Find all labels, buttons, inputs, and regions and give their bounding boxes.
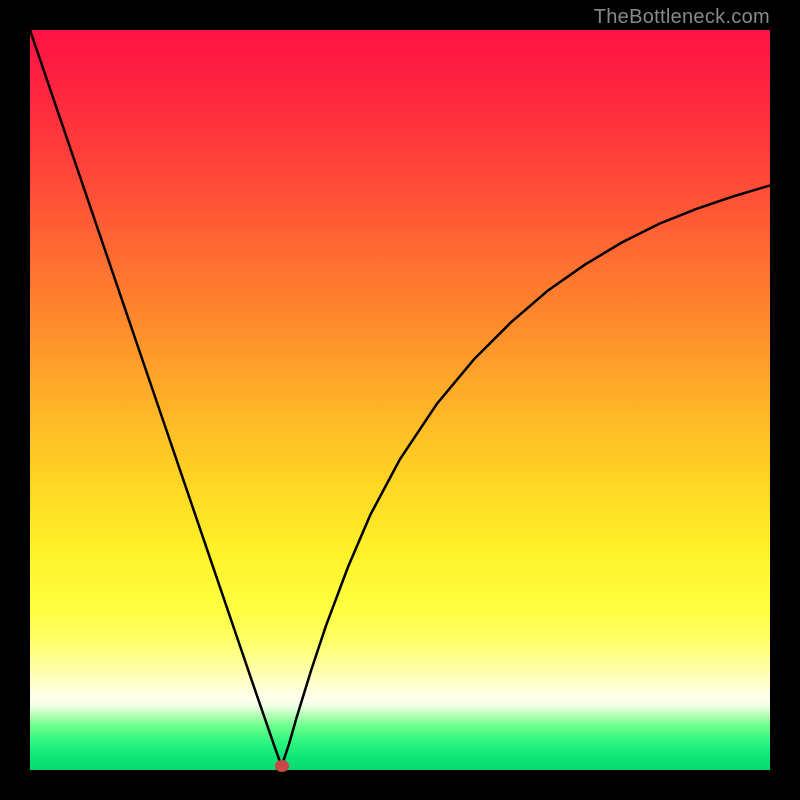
plot-area bbox=[30, 30, 770, 770]
chart-container: TheBottleneck.com bbox=[0, 0, 800, 800]
watermark-text: TheBottleneck.com bbox=[594, 6, 770, 29]
bottleneck-curve bbox=[30, 30, 770, 770]
optimal-point-marker bbox=[275, 760, 289, 772]
